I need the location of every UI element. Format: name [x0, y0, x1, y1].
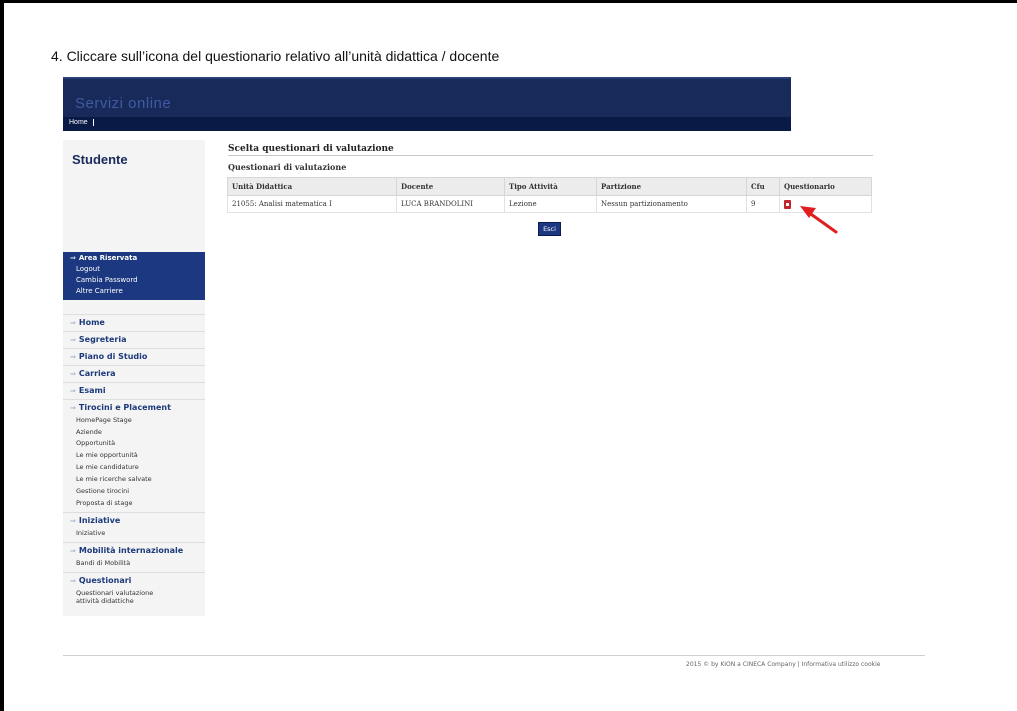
red-arrow-annotation [800, 206, 838, 234]
exit-button[interactable]: Esci [538, 222, 561, 236]
annotation-layer [800, 206, 838, 234]
footer-divider [63, 655, 925, 656]
footer-copyright: 2015 © by KION a CINECA Company | Inform… [686, 661, 881, 668]
